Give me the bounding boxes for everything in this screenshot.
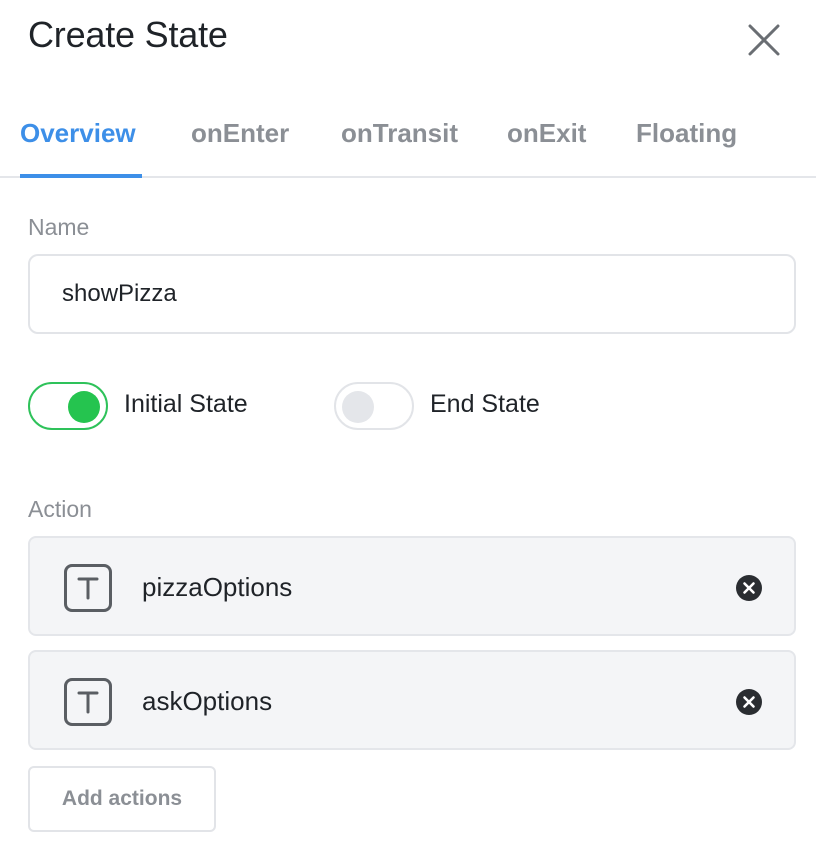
action-name: pizzaOptions <box>142 572 293 602</box>
initial-state-toggle[interactable] <box>28 382 108 430</box>
toggle-knob <box>68 391 100 423</box>
name-label: Name <box>28 214 90 240</box>
tab-overview[interactable]: Overview <box>20 118 136 149</box>
text-type-icon <box>64 564 112 612</box>
action-item[interactable]: pizzaOptions <box>28 536 796 636</box>
tab-onenter[interactable]: onEnter <box>191 118 289 149</box>
close-button[interactable] <box>744 20 784 60</box>
remove-icon <box>736 575 762 601</box>
name-input[interactable] <box>28 254 796 334</box>
add-actions-button[interactable]: Add actions <box>28 766 216 832</box>
action-item[interactable]: askOptions <box>28 650 796 750</box>
dialog-title: Create State <box>28 14 228 55</box>
remove-action-button[interactable] <box>735 688 763 716</box>
action-name: askOptions <box>142 686 273 716</box>
end-state-toggle[interactable] <box>334 382 414 430</box>
text-type-icon <box>64 678 112 726</box>
tab-ontransit[interactable]: onTransit <box>341 118 458 149</box>
close-icon <box>748 24 780 56</box>
end-state-label: End State <box>430 390 540 418</box>
action-label: Action <box>28 496 92 522</box>
remove-icon <box>736 689 762 715</box>
remove-action-button[interactable] <box>735 574 763 602</box>
initial-state-label: Initial State <box>124 390 248 418</box>
tab-bar: Overview onEnter onTransit onExit Floati… <box>0 96 816 178</box>
tab-floating[interactable]: Floating <box>636 118 737 149</box>
toggle-knob <box>342 391 374 423</box>
active-tab-indicator <box>20 174 142 178</box>
tab-onexit[interactable]: onExit <box>507 118 586 149</box>
